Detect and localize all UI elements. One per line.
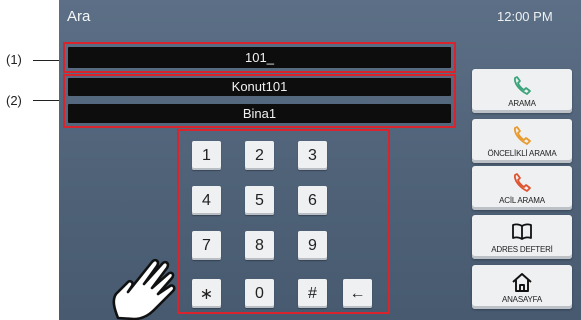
callout-leader-2 <box>33 100 59 101</box>
callout-label-2: (2) <box>6 93 22 108</box>
key-2[interactable]: 2 <box>245 141 274 170</box>
home-button-label: ANASAYFA <box>501 294 543 304</box>
priority-call-button[interactable]: ÖNCELİKLİ ARAMA <box>472 119 572 163</box>
key-6[interactable]: 6 <box>298 186 327 215</box>
phone-icon <box>514 75 531 95</box>
call-button[interactable]: ARAMA <box>472 69 572 113</box>
callout-label-1: (1) <box>6 52 22 67</box>
book-icon <box>512 222 532 240</box>
highlight-info-box <box>63 74 456 128</box>
key-8[interactable]: 8 <box>245 231 274 260</box>
emergency-call-button[interactable]: ACİL ARAMA <box>472 166 572 210</box>
key-3[interactable]: 3 <box>298 141 327 170</box>
address-book-button-label: ADRES DEFTERİ <box>491 244 553 254</box>
key-7[interactable]: 7 <box>192 231 221 260</box>
phone-icon <box>514 172 531 192</box>
key-4[interactable]: 4 <box>192 186 221 215</box>
callout-leader-1 <box>33 60 59 61</box>
hand-pointer-icon <box>112 258 176 320</box>
home-icon <box>512 272 532 292</box>
home-button[interactable]: ANASAYFA <box>472 265 572 309</box>
highlight-entry-box <box>63 42 456 73</box>
emergency-call-button-label: ACİL ARAMA <box>499 195 545 205</box>
clock-display: 12:00 PM <box>497 9 553 24</box>
address-book-button[interactable]: ADRES DEFTERİ <box>472 215 572 259</box>
screen-title: Ara <box>67 8 91 25</box>
key-asterisk[interactable]: ∗ <box>192 279 221 308</box>
backspace-button[interactable]: ← <box>343 279 372 308</box>
key-1[interactable]: 1 <box>192 141 221 170</box>
priority-call-button-label: ÖNCELİKLİ ARAMA <box>487 148 557 158</box>
key-9[interactable]: 9 <box>298 231 327 260</box>
key-0[interactable]: 0 <box>245 279 274 308</box>
key-5[interactable]: 5 <box>245 186 274 215</box>
key-hash[interactable]: # <box>298 279 327 308</box>
phone-icon <box>514 125 531 145</box>
call-button-label: ARAMA <box>508 98 536 108</box>
